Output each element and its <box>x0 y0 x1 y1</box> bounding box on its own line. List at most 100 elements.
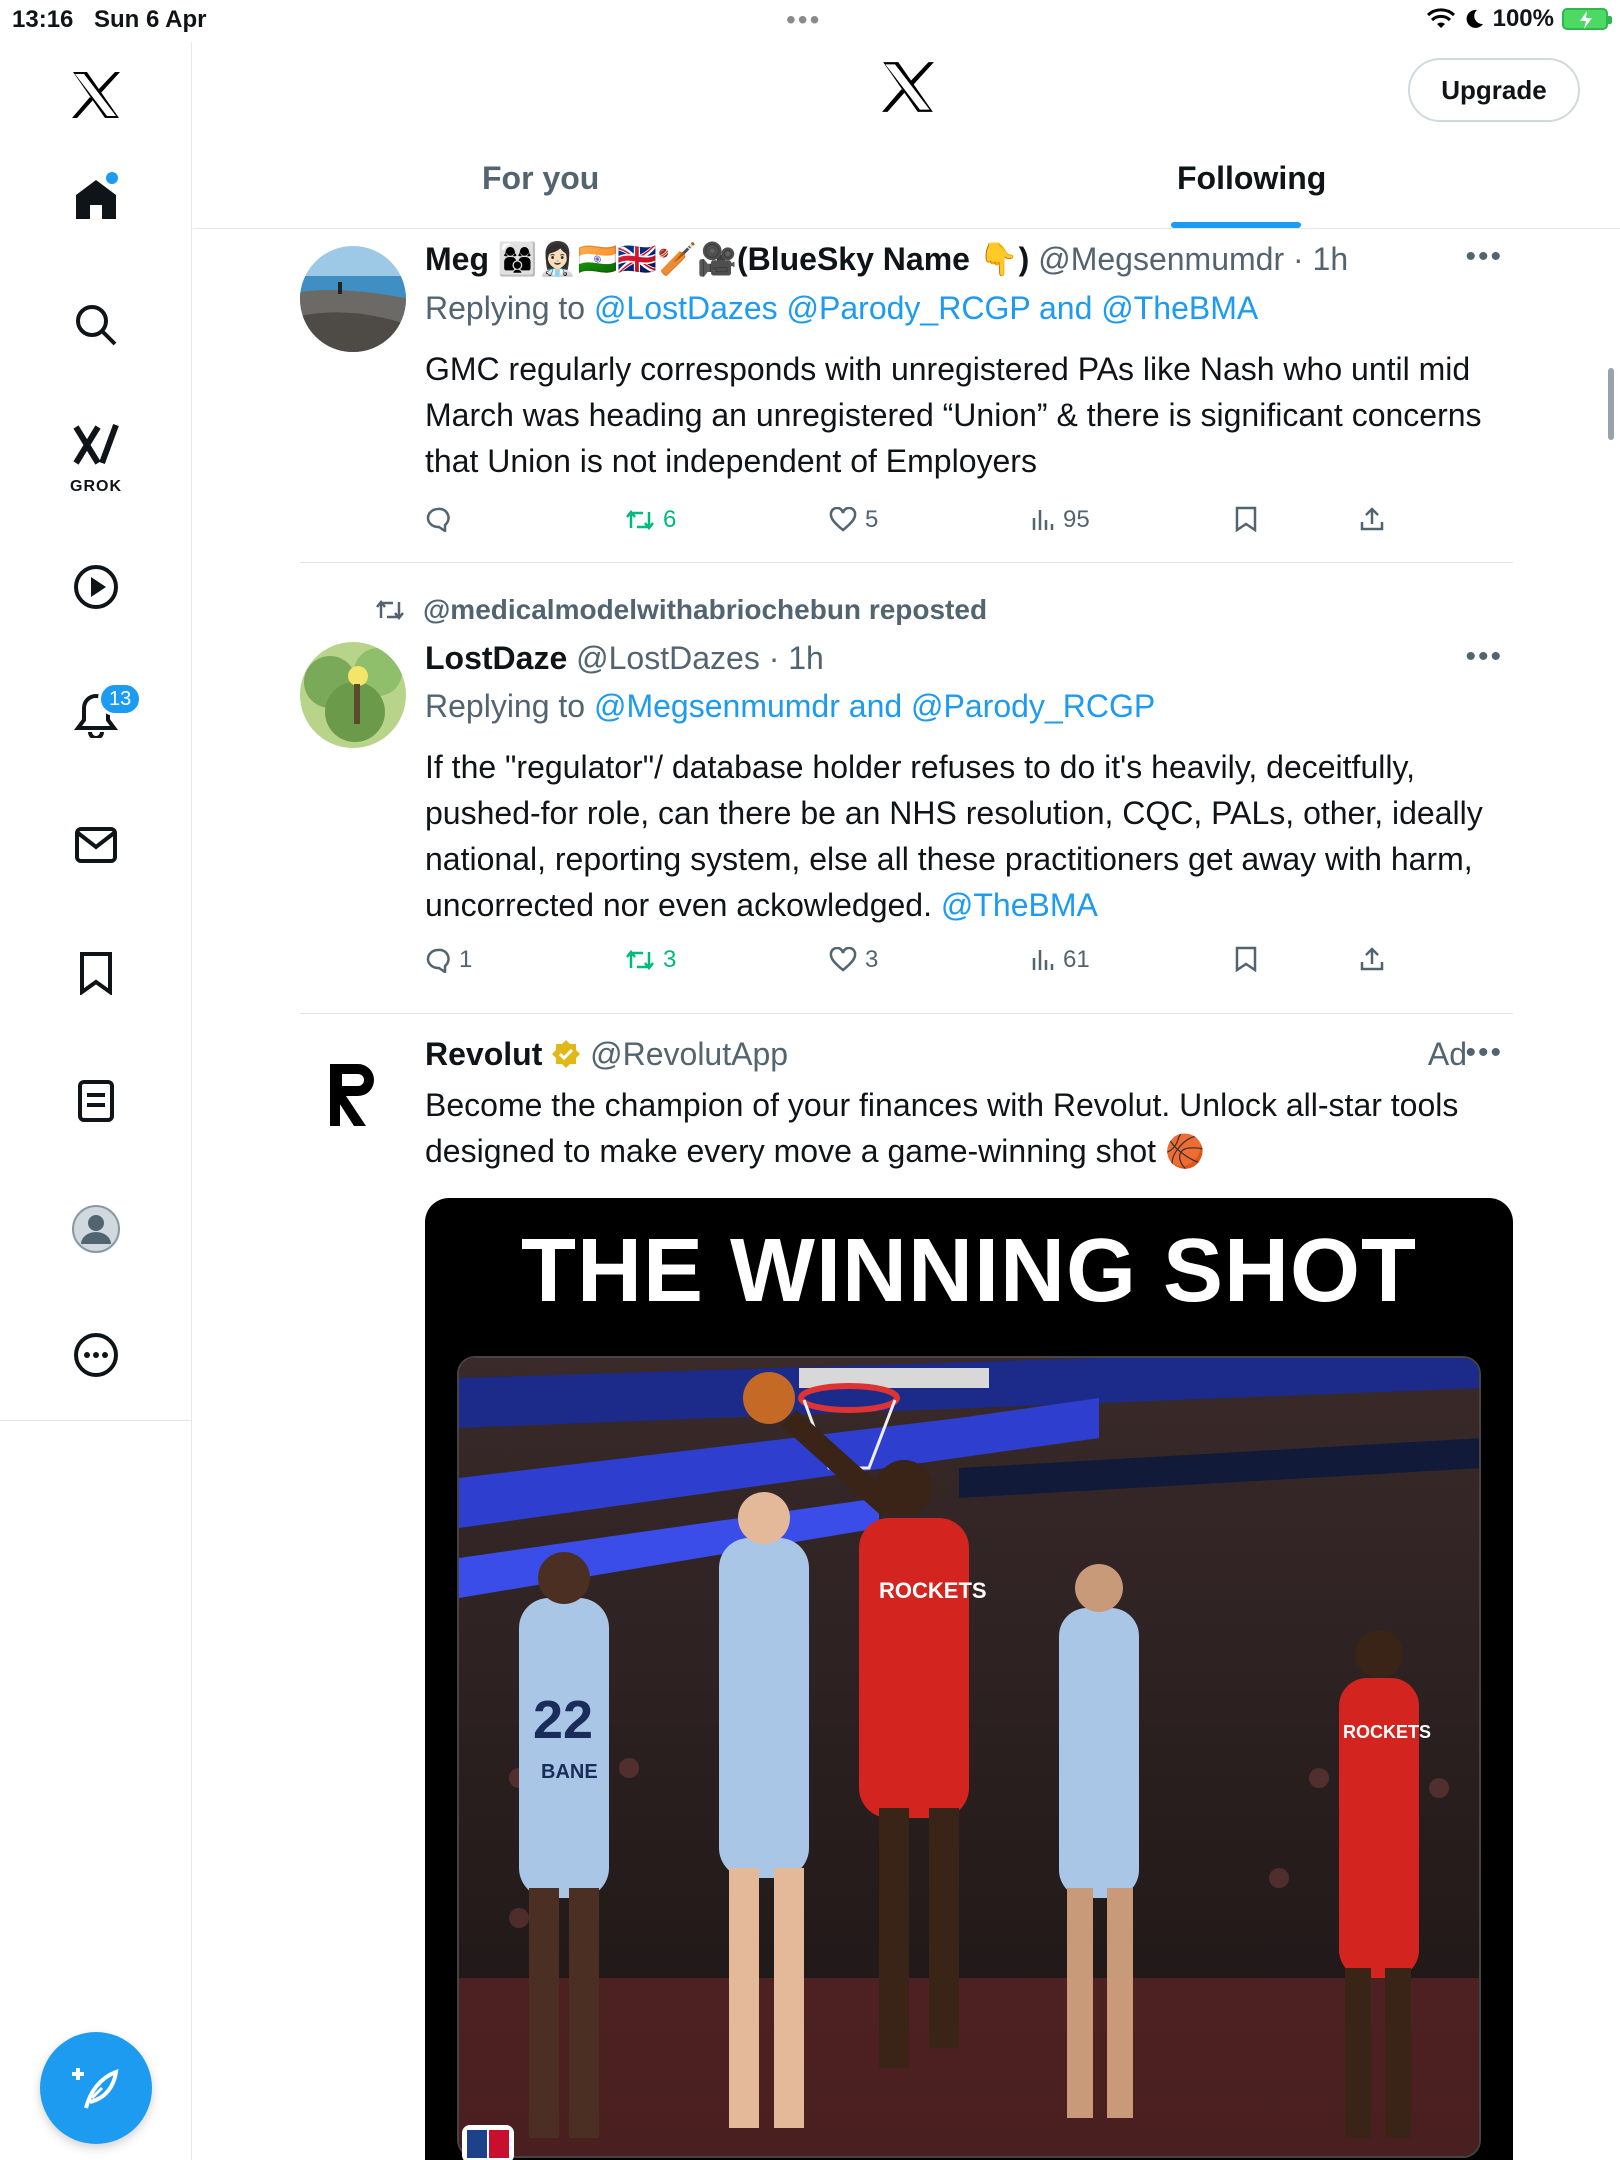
revolut-logo[interactable] <box>300 1036 406 1142</box>
sidebar-item-lists[interactable] <box>63 1068 129 1134</box>
reply-button[interactable]: 1 <box>425 946 472 974</box>
sidebar-item-search[interactable] <box>63 292 129 358</box>
tweet-actions: 6 5 95 <box>425 506 1405 546</box>
jersey-rockets-1: ROCKETS <box>879 1578 987 1603</box>
ad-media-card[interactable]: THE WINNING SHOT 22 BANE ROCKETS ROCKETS <box>425 1198 1513 2160</box>
compose-post-button[interactable] <box>40 2032 152 2144</box>
home-unread-dot <box>106 172 118 184</box>
battery-percent: 100% <box>1492 5 1554 32</box>
upgrade-button[interactable]: Upgrade <box>1408 58 1580 122</box>
tweet[interactable]: @medicalmodelwithabriochebun reposted Lo… <box>300 590 1513 1010</box>
replying-to-label: Replying to <box>425 290 594 326</box>
bookmark-button[interactable] <box>1235 946 1257 972</box>
active-tab-indicator <box>1171 222 1301 228</box>
more-options-icon[interactable]: ••• <box>1465 640 1503 674</box>
compose-feather-icon <box>72 2068 119 2109</box>
tweet-time[interactable]: · 1h <box>769 640 824 676</box>
heart-icon <box>829 507 857 532</box>
views-count: 61 <box>1063 946 1090 973</box>
replying-to-handles[interactable]: @Megsenmumdr and @Parody_RCGP <box>594 688 1155 724</box>
avatar[interactable] <box>300 642 406 748</box>
like-button[interactable]: 3 <box>829 946 878 974</box>
sidebar-item-grok[interactable] <box>63 412 129 478</box>
basketball-photo[interactable]: 22 BANE ROCKETS ROCKETS <box>457 1356 1481 2158</box>
author-name[interactable]: Revolut <box>425 1036 542 1072</box>
replying-to-handles[interactable]: @LostDazes @Parody_RCGP and @TheBMA <box>594 290 1258 326</box>
sidebar-item-profile[interactable] <box>63 1196 129 1262</box>
tab-following[interactable]: Following <box>1177 160 1326 197</box>
like-button[interactable]: 5 <box>829 506 878 534</box>
author-handle[interactable]: @RevolutApp <box>590 1036 788 1072</box>
share-button[interactable] <box>1359 506 1385 532</box>
views-chart-icon <box>1032 510 1054 530</box>
revolut-r-logo-icon <box>330 1064 374 1126</box>
multitasking-dots-icon[interactable]: ••• <box>786 4 821 36</box>
x-logo-icon <box>882 62 934 112</box>
like-count: 5 <box>865 506 879 533</box>
status-bar: 13:16 Sun 6 Apr ••• 100% <box>0 0 1620 42</box>
more-options-icon[interactable]: ••• <box>1465 1036 1503 1070</box>
sidebar: GROK 13 <box>0 42 192 2160</box>
author-handle[interactable]: @Megsenmumdr <box>1038 241 1284 277</box>
bookmark-icon <box>1235 946 1257 972</box>
jersey-number-22: 22 <box>533 1690 593 1750</box>
views-chart-icon <box>1032 950 1054 970</box>
tweet-text: If the "regulator"/ database holder refu… <box>425 744 1515 928</box>
replying-to-label: Replying to <box>425 688 594 724</box>
tweet-text-mention[interactable]: @TheBMA <box>941 887 1098 923</box>
sidebar-item-bookmarks[interactable] <box>63 940 129 1006</box>
avatar[interactable] <box>300 246 406 352</box>
reposted-by-line[interactable]: @medicalmodelwithabriochebun reposted <box>375 594 987 626</box>
wifi-icon <box>1426 8 1455 28</box>
tweet-divider <box>300 1013 1513 1014</box>
like-count: 3 <box>865 946 879 973</box>
jersey-name-bane: BANE <box>541 1761 598 1783</box>
sidebar-item-home[interactable] <box>63 166 129 232</box>
share-icon <box>1360 947 1384 971</box>
tweet-time[interactable]: · 1h <box>1293 241 1348 277</box>
author-name[interactable]: Meg 👩‍👩‍👦👩🏻‍⚕️🇮🇳🇬🇧🏏🎥(BlueSky Name 👇) <box>425 241 1029 277</box>
sidebar-item-video[interactable] <box>63 554 129 620</box>
repost-count: 6 <box>663 506 677 533</box>
tweet-author-line: Meg 👩‍👩‍👦👩🏻‍⚕️🇮🇳🇬🇧🏏🎥(BlueSky Name 👇) @Me… <box>425 240 1348 278</box>
jersey-rockets-2: ROCKETS <box>1343 1722 1431 1742</box>
status-indicators: 100% <box>1426 5 1612 33</box>
share-button[interactable] <box>1359 946 1385 972</box>
battery-icon <box>1562 8 1612 30</box>
reply-icon <box>426 948 450 973</box>
repost-icon <box>376 599 404 621</box>
repost-button[interactable]: 6 <box>625 506 676 534</box>
tab-for-you[interactable]: For you <box>482 160 599 197</box>
status-time: 13:16 <box>12 6 74 33</box>
search-icon <box>76 305 117 346</box>
sidebar-item-more[interactable] <box>63 1322 129 1388</box>
views-button[interactable]: 95 <box>1031 506 1090 534</box>
ad-label: Ad <box>1427 1036 1467 1072</box>
tweet[interactable]: Meg 👩‍👩‍👦👩🏻‍⚕️🇮🇳🇬🇧🏏🎥(BlueSky Name 👇) @Me… <box>300 240 1513 560</box>
sidebar-item-messages[interactable] <box>63 812 129 878</box>
views-button[interactable]: 61 <box>1031 946 1090 974</box>
replying-to-line: Replying to @Megsenmumdr and @Parody_RCG… <box>425 688 1155 725</box>
reply-button[interactable] <box>425 506 459 532</box>
tweet-text: GMC regularly corresponds with unregiste… <box>425 351 1482 479</box>
sidebar-divider <box>0 1420 192 1421</box>
author-name[interactable]: LostDaze <box>425 640 567 676</box>
tweet-author-line: Revolut @RevolutApp <box>425 1036 788 1073</box>
more-options-icon[interactable]: ••• <box>1465 240 1503 274</box>
author-handle[interactable]: @LostDazes <box>576 640 760 676</box>
x-logo-icon <box>72 72 120 118</box>
status-date: Sun 6 Apr <box>94 6 207 33</box>
nba-logo-icon[interactable] <box>461 2124 515 2160</box>
header-x-logo[interactable] <box>881 62 935 117</box>
tweet-text: Become the champion of your finances wit… <box>425 1087 1459 1169</box>
repost-button[interactable]: 3 <box>625 946 676 974</box>
scrollbar[interactable] <box>1608 368 1614 440</box>
more-circle-icon <box>74 1333 118 1377</box>
repost-icon <box>626 509 654 531</box>
play-circle-icon <box>74 565 118 609</box>
grok-icon <box>73 423 119 465</box>
bookmark-button[interactable] <box>1235 506 1257 532</box>
sidebar-x-logo[interactable] <box>63 62 129 128</box>
notifications-badge: 13 <box>98 682 143 716</box>
profile-avatar-icon <box>72 1205 120 1253</box>
